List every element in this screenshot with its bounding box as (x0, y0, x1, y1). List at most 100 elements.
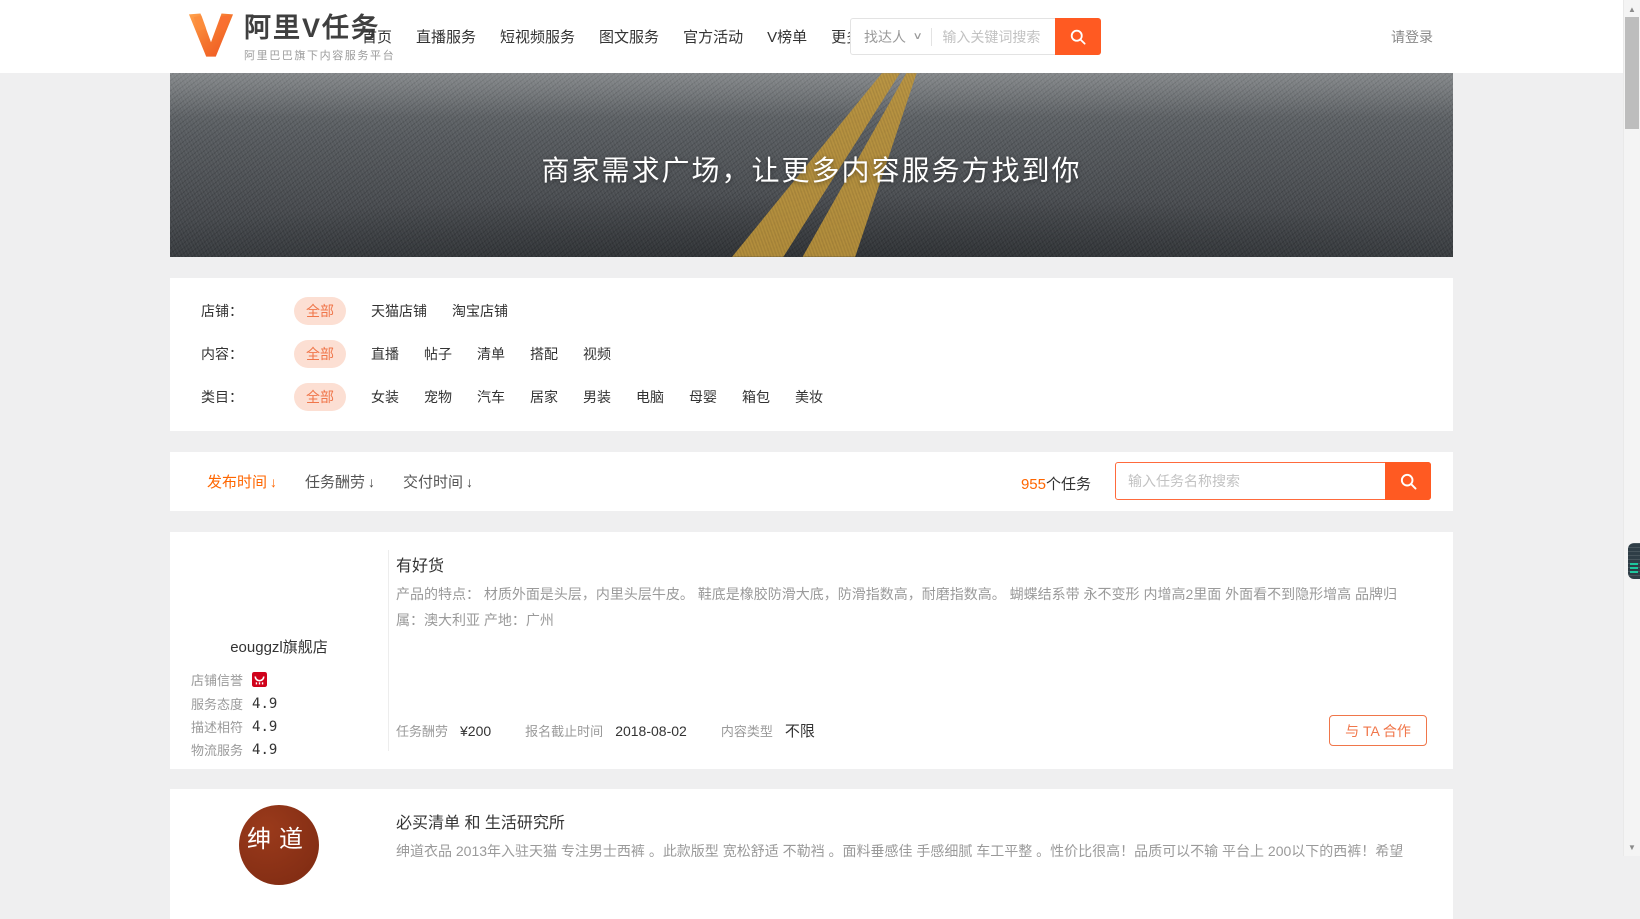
filter-label: 内容： (201, 344, 294, 364)
cooperate-button[interactable]: 与 TA 合作 (1329, 715, 1427, 746)
nav-home[interactable]: 首页 (362, 26, 392, 47)
filter-option[interactable]: 女装 (371, 387, 399, 407)
scrollbar-thumb[interactable] (1625, 17, 1639, 129)
task-description: 绅道衣品 2013年入驻天猫 专注男士西裤 。此款版型 宽松舒适 不勒裆 。面料… (396, 838, 1406, 864)
arrow-down-icon: ↓ (368, 474, 375, 490)
task-count: 955个任务 (1021, 473, 1091, 494)
filter-option-active[interactable]: 全部 (294, 340, 346, 368)
filter-option[interactable]: 视频 (583, 344, 611, 364)
task-title[interactable]: 必买清单 和 生活研究所 (396, 809, 565, 833)
filter-option[interactable]: 清单 (477, 344, 505, 364)
search-icon (1069, 28, 1087, 46)
search-icon (1399, 472, 1418, 491)
filter-option[interactable]: 美妆 (795, 387, 823, 407)
side-panel-handle[interactable] (1628, 543, 1640, 579)
rating-label: 描述相符 (191, 717, 243, 736)
divider (388, 550, 389, 751)
nav-short-video-service[interactable]: 短视频服务 (500, 26, 575, 47)
filter-option[interactable]: 母婴 (689, 387, 717, 407)
filter-label: 类目： (201, 387, 294, 407)
filter-option[interactable]: 男装 (583, 387, 611, 407)
filter-label: 店铺： (201, 301, 294, 321)
content-type-value: 不限 (785, 720, 815, 741)
search-category-dropdown[interactable]: 找达人 ∨ (851, 27, 931, 47)
reward-label: 任务酬劳 (396, 721, 448, 740)
rating-value: 4.9 (252, 719, 277, 735)
filter-option[interactable]: 天猫店铺 (371, 301, 427, 321)
sort-label: 交付时间 (403, 471, 463, 492)
filter-option[interactable]: 帖子 (424, 344, 452, 364)
filter-option[interactable]: 汽车 (477, 387, 505, 407)
filter-option-active[interactable]: 全部 (294, 297, 346, 325)
banner-title: 商家需求广场，让更多内容服务方找到你 (170, 149, 1453, 189)
header-search-box: 找达人 ∨ (850, 18, 1101, 55)
filter-option[interactable]: 直播 (371, 344, 399, 364)
page-scrollbar[interactable]: ▲ ▼ (1623, 0, 1640, 856)
meta-reward: 任务酬劳 ¥200 (396, 721, 491, 740)
rating-row: 描述相符 4.9 (191, 717, 277, 736)
task-card: 绅道 必买清单 和 生活研究所 绅道衣品 2013年入驻天猫 专注男士西裤 。此… (170, 789, 1453, 919)
task-search-input[interactable] (1116, 473, 1385, 489)
rating-label: 服务态度 (191, 694, 243, 713)
store-name[interactable]: eouggzl旗舰店 (170, 636, 388, 657)
search-category-label: 找达人 (864, 27, 906, 47)
task-meta-row: 任务酬劳 ¥200 报名截止时间 2018-08-02 内容类型 不限 (396, 720, 849, 741)
hero-banner: 商家需求广场，让更多内容服务方找到你 (170, 73, 1453, 257)
sort-label: 发布时间 (207, 471, 267, 492)
rating-row: 服务态度 4.9 (191, 694, 277, 713)
scroll-up-arrow-icon[interactable]: ▲ (1624, 1, 1640, 17)
filter-option[interactable]: 箱包 (742, 387, 770, 407)
filter-option[interactable]: 电脑 (636, 387, 664, 407)
sort-label: 任务酬劳 (305, 471, 365, 492)
filter-option-active[interactable]: 全部 (294, 383, 346, 411)
rating-label: 物流服务 (191, 740, 243, 759)
filter-panel: 店铺： 全部 天猫店铺 淘宝店铺 内容： 全部 直播 帖子 清单 搭配 视频 类… (170, 278, 1453, 431)
task-search-button[interactable] (1385, 462, 1431, 500)
login-link[interactable]: 请登录 (1391, 27, 1433, 47)
rating-value: 4.9 (252, 696, 277, 712)
filter-option[interactable]: 居家 (530, 387, 558, 407)
filter-option[interactable]: 搭配 (530, 344, 558, 364)
deadline-value: 2018-08-02 (615, 723, 687, 739)
rating-value: 4.9 (252, 742, 277, 758)
task-count-suffix: 个任务 (1046, 476, 1091, 493)
filter-option[interactable]: 宠物 (424, 387, 452, 407)
store-avatar[interactable]: 绅道 (239, 805, 319, 885)
filter-option[interactable]: 淘宝店铺 (452, 301, 508, 321)
top-navbar: 阿里V任务 阿里巴巴旗下内容服务平台 首页 直播服务 短视频服务 图文服务 官方… (0, 0, 1623, 73)
task-card: eouggzl旗舰店 店铺信誉 服务态度 4.9 描述相符 4.9 物流服务 4… (170, 532, 1453, 769)
chevron-down-icon: ∨ (913, 31, 923, 42)
header-search-button[interactable] (1055, 18, 1101, 55)
store-reputation-row: 店铺信誉 (191, 670, 267, 689)
task-title[interactable]: 有好货 (396, 552, 444, 576)
nav-article-service[interactable]: 图文服务 (599, 26, 659, 47)
main-nav: 首页 直播服务 短视频服务 图文服务 官方活动 V榜单 更多 ∨ (362, 0, 873, 73)
filter-row-content: 内容： 全部 直播 帖子 清单 搭配 视频 (201, 340, 611, 367)
task-search-box (1115, 462, 1431, 500)
nav-v-ranking[interactable]: V榜单 (767, 26, 807, 47)
reputation-label: 店铺信誉 (191, 670, 243, 689)
task-count-number: 955 (1021, 476, 1046, 493)
meta-content-type: 内容类型 不限 (721, 720, 815, 741)
task-description: 产品的特点： 材质外面是头层，内里头层牛皮。 鞋底是橡胶防滑大底，防滑指数高，耐… (396, 581, 1406, 633)
arrow-down-icon: ↓ (270, 474, 277, 490)
deadline-label: 报名截止时间 (525, 721, 603, 740)
side-panel-handle-stripes (1630, 563, 1638, 574)
content-type-label: 内容类型 (721, 721, 773, 740)
nav-live-service[interactable]: 直播服务 (416, 26, 476, 47)
nav-official-activity[interactable]: 官方活动 (683, 26, 743, 47)
arrow-down-icon: ↓ (466, 474, 473, 490)
scroll-down-arrow-icon[interactable]: ▼ (1624, 839, 1640, 855)
meta-deadline: 报名截止时间 2018-08-02 (525, 721, 687, 740)
sort-publish-time[interactable]: 发布时间 ↓ (207, 471, 277, 492)
brand-v-icon (188, 13, 234, 58)
reward-value: ¥200 (460, 723, 491, 739)
rating-row: 物流服务 4.9 (191, 740, 277, 759)
tmall-icon (252, 672, 267, 687)
sort-task-reward[interactable]: 任务酬劳 ↓ (305, 471, 375, 492)
filter-row-category: 类目： 全部 女装 宠物 汽车 居家 男装 电脑 母婴 箱包 美妆 (201, 383, 823, 410)
sort-toolbar: 发布时间 ↓ 任务酬劳 ↓ 交付时间 ↓ 955个任务 (170, 452, 1453, 511)
filter-row-shop: 店铺： 全部 天猫店铺 淘宝店铺 (201, 297, 508, 324)
sort-delivery-time[interactable]: 交付时间 ↓ (403, 471, 473, 492)
keyword-search-input[interactable] (932, 29, 1055, 45)
